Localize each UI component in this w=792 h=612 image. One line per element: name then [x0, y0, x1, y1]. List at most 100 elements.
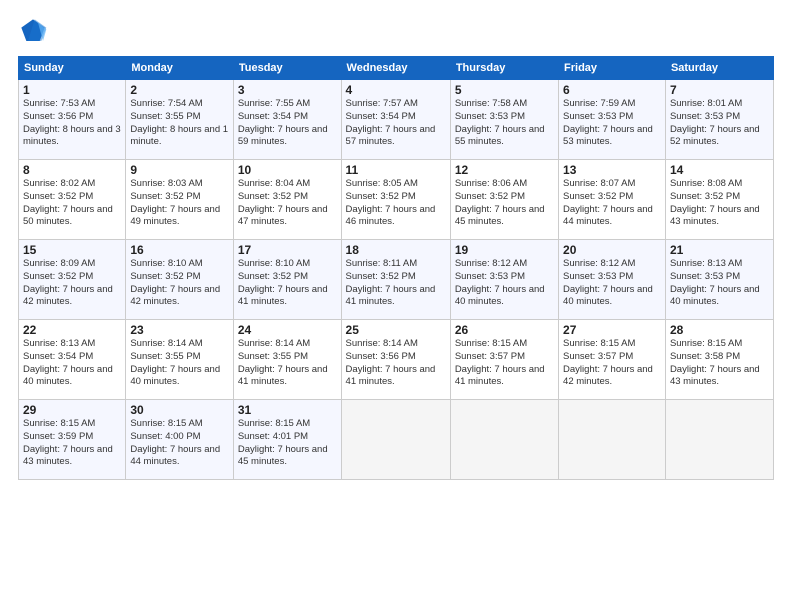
week-row-1: 1Sunrise: 7:53 AMSunset: 3:56 PMDaylight… — [19, 80, 774, 160]
calendar-cell: 8Sunrise: 8:02 AMSunset: 3:52 PMDaylight… — [19, 160, 126, 240]
day-info: Sunrise: 8:10 AMSunset: 3:52 PMDaylight:… — [238, 258, 337, 309]
calendar-cell: 4Sunrise: 7:57 AMSunset: 3:54 PMDaylight… — [341, 80, 450, 160]
day-info: Sunrise: 8:02 AMSunset: 3:52 PMDaylight:… — [23, 178, 121, 229]
day-number: 1 — [23, 83, 121, 97]
day-info: Sunrise: 8:07 AMSunset: 3:52 PMDaylight:… — [563, 178, 661, 229]
day-info: Sunrise: 8:11 AMSunset: 3:52 PMDaylight:… — [346, 258, 446, 309]
calendar-cell: 26Sunrise: 8:15 AMSunset: 3:57 PMDayligh… — [450, 320, 558, 400]
day-number: 16 — [130, 243, 229, 257]
day-number: 24 — [238, 323, 337, 337]
calendar-cell: 31Sunrise: 8:15 AMSunset: 4:01 PMDayligh… — [233, 400, 341, 480]
day-number: 19 — [455, 243, 554, 257]
header-day-saturday: Saturday — [665, 57, 773, 80]
day-number: 29 — [23, 403, 121, 417]
day-number: 4 — [346, 83, 446, 97]
day-number: 11 — [346, 163, 446, 177]
day-info: Sunrise: 8:15 AMSunset: 4:00 PMDaylight:… — [130, 418, 229, 469]
calendar-cell — [341, 400, 450, 480]
calendar-cell: 28Sunrise: 8:15 AMSunset: 3:58 PMDayligh… — [665, 320, 773, 400]
day-number: 7 — [670, 83, 769, 97]
calendar-cell: 3Sunrise: 7:55 AMSunset: 3:54 PMDaylight… — [233, 80, 341, 160]
calendar-cell: 12Sunrise: 8:06 AMSunset: 3:52 PMDayligh… — [450, 160, 558, 240]
day-info: Sunrise: 8:15 AMSunset: 3:58 PMDaylight:… — [670, 338, 769, 389]
day-info: Sunrise: 8:09 AMSunset: 3:52 PMDaylight:… — [23, 258, 121, 309]
day-number: 8 — [23, 163, 121, 177]
day-number: 10 — [238, 163, 337, 177]
day-info: Sunrise: 7:57 AMSunset: 3:54 PMDaylight:… — [346, 98, 446, 149]
header-day-thursday: Thursday — [450, 57, 558, 80]
day-info: Sunrise: 8:05 AMSunset: 3:52 PMDaylight:… — [346, 178, 446, 229]
calendar-cell: 18Sunrise: 8:11 AMSunset: 3:52 PMDayligh… — [341, 240, 450, 320]
day-info: Sunrise: 8:14 AMSunset: 3:55 PMDaylight:… — [238, 338, 337, 389]
day-info: Sunrise: 7:53 AMSunset: 3:56 PMDaylight:… — [23, 98, 121, 149]
calendar-cell: 25Sunrise: 8:14 AMSunset: 3:56 PMDayligh… — [341, 320, 450, 400]
calendar-cell: 14Sunrise: 8:08 AMSunset: 3:52 PMDayligh… — [665, 160, 773, 240]
calendar-cell: 2Sunrise: 7:54 AMSunset: 3:55 PMDaylight… — [126, 80, 234, 160]
calendar-cell — [559, 400, 666, 480]
calendar-cell: 7Sunrise: 8:01 AMSunset: 3:53 PMDaylight… — [665, 80, 773, 160]
day-info: Sunrise: 7:58 AMSunset: 3:53 PMDaylight:… — [455, 98, 554, 149]
day-info: Sunrise: 8:15 AMSunset: 3:57 PMDaylight:… — [455, 338, 554, 389]
calendar-cell: 15Sunrise: 8:09 AMSunset: 3:52 PMDayligh… — [19, 240, 126, 320]
week-row-2: 8Sunrise: 8:02 AMSunset: 3:52 PMDaylight… — [19, 160, 774, 240]
day-number: 23 — [130, 323, 229, 337]
day-number: 9 — [130, 163, 229, 177]
calendar-cell: 20Sunrise: 8:12 AMSunset: 3:53 PMDayligh… — [559, 240, 666, 320]
day-info: Sunrise: 8:04 AMSunset: 3:52 PMDaylight:… — [238, 178, 337, 229]
calendar-header: SundayMondayTuesdayWednesdayThursdayFrid… — [19, 57, 774, 80]
day-info: Sunrise: 8:15 AMSunset: 4:01 PMDaylight:… — [238, 418, 337, 469]
day-info: Sunrise: 8:15 AMSunset: 3:59 PMDaylight:… — [23, 418, 121, 469]
day-number: 21 — [670, 243, 769, 257]
calendar-cell: 10Sunrise: 8:04 AMSunset: 3:52 PMDayligh… — [233, 160, 341, 240]
day-number: 20 — [563, 243, 661, 257]
calendar-cell: 30Sunrise: 8:15 AMSunset: 4:00 PMDayligh… — [126, 400, 234, 480]
calendar-cell: 11Sunrise: 8:05 AMSunset: 3:52 PMDayligh… — [341, 160, 450, 240]
calendar-cell: 21Sunrise: 8:13 AMSunset: 3:53 PMDayligh… — [665, 240, 773, 320]
calendar-table: SundayMondayTuesdayWednesdayThursdayFrid… — [18, 56, 774, 480]
day-info: Sunrise: 8:10 AMSunset: 3:52 PMDaylight:… — [130, 258, 229, 309]
header-row: SundayMondayTuesdayWednesdayThursdayFrid… — [19, 57, 774, 80]
logo — [18, 16, 52, 46]
day-number: 26 — [455, 323, 554, 337]
calendar-cell: 5Sunrise: 7:58 AMSunset: 3:53 PMDaylight… — [450, 80, 558, 160]
day-info: Sunrise: 8:12 AMSunset: 3:53 PMDaylight:… — [563, 258, 661, 309]
day-number: 31 — [238, 403, 337, 417]
calendar-cell: 23Sunrise: 8:14 AMSunset: 3:55 PMDayligh… — [126, 320, 234, 400]
calendar-body: 1Sunrise: 7:53 AMSunset: 3:56 PMDaylight… — [19, 80, 774, 480]
day-number: 2 — [130, 83, 229, 97]
day-number: 15 — [23, 243, 121, 257]
week-row-3: 15Sunrise: 8:09 AMSunset: 3:52 PMDayligh… — [19, 240, 774, 320]
day-info: Sunrise: 7:54 AMSunset: 3:55 PMDaylight:… — [130, 98, 229, 149]
header — [18, 16, 774, 46]
day-number: 22 — [23, 323, 121, 337]
calendar-cell: 24Sunrise: 8:14 AMSunset: 3:55 PMDayligh… — [233, 320, 341, 400]
day-info: Sunrise: 8:01 AMSunset: 3:53 PMDaylight:… — [670, 98, 769, 149]
calendar-cell: 22Sunrise: 8:13 AMSunset: 3:54 PMDayligh… — [19, 320, 126, 400]
calendar-cell — [665, 400, 773, 480]
day-info: Sunrise: 7:55 AMSunset: 3:54 PMDaylight:… — [238, 98, 337, 149]
day-number: 28 — [670, 323, 769, 337]
logo-icon — [18, 16, 48, 46]
week-row-5: 29Sunrise: 8:15 AMSunset: 3:59 PMDayligh… — [19, 400, 774, 480]
day-info: Sunrise: 8:03 AMSunset: 3:52 PMDaylight:… — [130, 178, 229, 229]
day-info: Sunrise: 7:59 AMSunset: 3:53 PMDaylight:… — [563, 98, 661, 149]
day-info: Sunrise: 8:13 AMSunset: 3:54 PMDaylight:… — [23, 338, 121, 389]
day-number: 14 — [670, 163, 769, 177]
calendar-cell: 19Sunrise: 8:12 AMSunset: 3:53 PMDayligh… — [450, 240, 558, 320]
calendar-cell: 6Sunrise: 7:59 AMSunset: 3:53 PMDaylight… — [559, 80, 666, 160]
header-day-sunday: Sunday — [19, 57, 126, 80]
day-number: 13 — [563, 163, 661, 177]
day-info: Sunrise: 8:12 AMSunset: 3:53 PMDaylight:… — [455, 258, 554, 309]
day-number: 3 — [238, 83, 337, 97]
header-day-monday: Monday — [126, 57, 234, 80]
calendar-cell: 1Sunrise: 7:53 AMSunset: 3:56 PMDaylight… — [19, 80, 126, 160]
calendar-cell: 9Sunrise: 8:03 AMSunset: 3:52 PMDaylight… — [126, 160, 234, 240]
day-number: 30 — [130, 403, 229, 417]
page: SundayMondayTuesdayWednesdayThursdayFrid… — [0, 0, 792, 612]
calendar-cell: 27Sunrise: 8:15 AMSunset: 3:57 PMDayligh… — [559, 320, 666, 400]
day-number: 5 — [455, 83, 554, 97]
day-info: Sunrise: 8:14 AMSunset: 3:56 PMDaylight:… — [346, 338, 446, 389]
calendar-cell: 13Sunrise: 8:07 AMSunset: 3:52 PMDayligh… — [559, 160, 666, 240]
day-info: Sunrise: 8:14 AMSunset: 3:55 PMDaylight:… — [130, 338, 229, 389]
day-number: 18 — [346, 243, 446, 257]
